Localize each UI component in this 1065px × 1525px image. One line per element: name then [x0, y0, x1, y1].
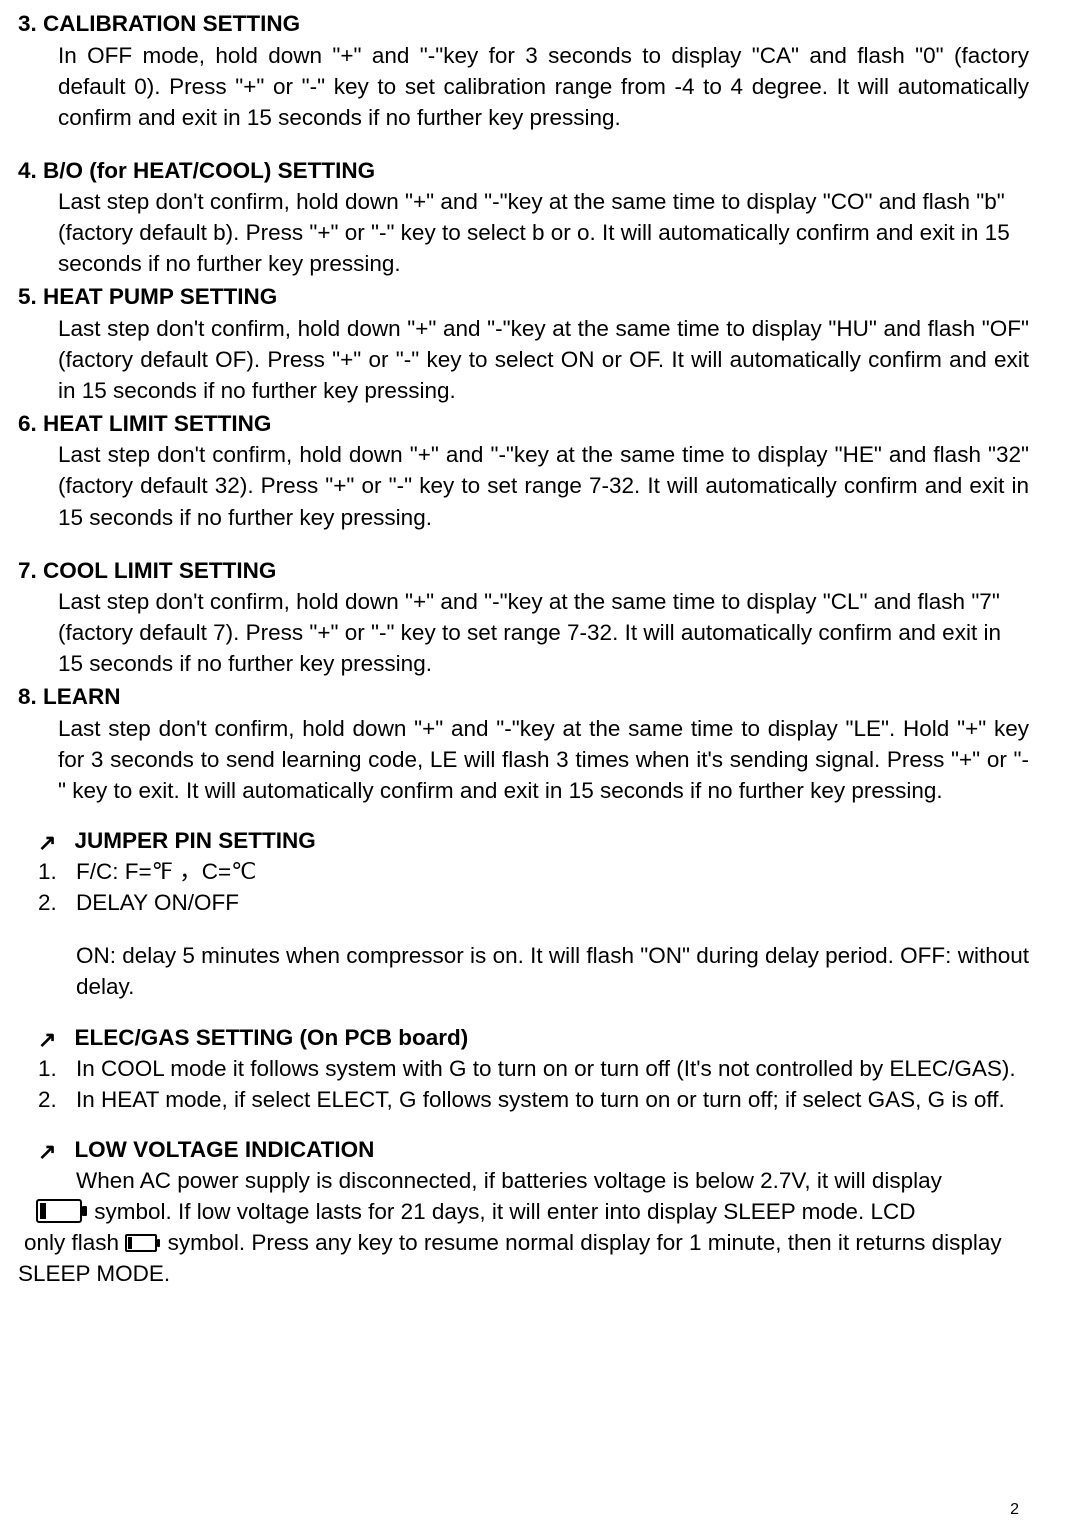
heading-lowvolt: LOW VOLTAGE INDICATION	[74, 1137, 374, 1163]
item-text: In COOL mode it follows system with G to…	[76, 1053, 1029, 1084]
lowvolt-line: symbol. If low voltage lasts for 21 days…	[18, 1196, 1029, 1227]
list-item: 2. DELAY ON/OFF	[38, 887, 1029, 918]
lowvolt-text: only flash	[24, 1230, 125, 1255]
item-number: 1.	[38, 1053, 76, 1084]
section-elecgas: ↗ ELEC/GAS SETTING (On PCB board) 1. In …	[18, 1025, 1029, 1115]
page-number: 2	[1010, 1501, 1019, 1519]
item-text: DELAY ON/OFF	[76, 887, 1029, 918]
section-bo: 4. B/O (for HEAT/COOL) SETTING Last step…	[18, 155, 1029, 280]
list-item: 2. In HEAT mode, if select ELECT, G foll…	[38, 1084, 1029, 1115]
heading-row-elecgas: ↗ ELEC/GAS SETTING (On PCB board)	[38, 1025, 1029, 1051]
section-heatlimit: 6. HEAT LIMIT SETTING Last step don't co…	[18, 408, 1029, 533]
section-heatpump: 5. HEAT PUMP SETTING Last step don't con…	[18, 281, 1029, 406]
arrow-icon: ↗	[38, 832, 56, 854]
heading-jumper: JUMPER PIN SETTING	[74, 828, 315, 854]
body-learn: Last step don't confirm, hold down "+" a…	[58, 713, 1029, 806]
heading-coollimit: 7. COOL LIMIT SETTING	[18, 555, 1029, 587]
heading-elecgas: ELEC/GAS SETTING (On PCB board)	[74, 1025, 468, 1051]
lowvolt-line: When AC power supply is disconnected, if…	[76, 1165, 1029, 1196]
elecgas-list: 1. In COOL mode it follows system with G…	[38, 1053, 1029, 1115]
heading-bo: 4. B/O (for HEAT/COOL) SETTING	[18, 155, 1029, 187]
body-coollimit: Last step don't confirm, hold down "+" a…	[58, 586, 1029, 679]
heading-row-lowvolt: ↗ LOW VOLTAGE INDICATION	[38, 1137, 1029, 1163]
jumper-subtext: ON: delay 5 minutes when compressor is o…	[76, 940, 1029, 1002]
lowvolt-line: SLEEP MODE.	[18, 1258, 1029, 1289]
body-heatlimit: Last step don't confirm, hold down "+" a…	[58, 439, 1029, 532]
arrow-icon: ↗	[38, 1141, 56, 1163]
item-text: In HEAT mode, if select ELECT, G follows…	[76, 1084, 1029, 1115]
jumper-list: 1. F/C: F=℉ ，C=℃ 2. DELAY ON/OFF	[38, 856, 1029, 918]
lowvolt-text: symbol. Press any key to resume normal d…	[161, 1230, 1001, 1255]
section-coollimit: 7. COOL LIMIT SETTING Last step don't co…	[18, 555, 1029, 680]
heading-learn: 8. LEARN	[18, 681, 1029, 713]
lowvolt-line: only flash symbol. Press any key to resu…	[24, 1227, 1029, 1258]
heading-heatpump: 5. HEAT PUMP SETTING	[18, 281, 1029, 313]
arrow-icon: ↗	[38, 1029, 56, 1051]
heading-calibration: 3. CALIBRATION SETTING	[18, 8, 1029, 40]
heading-row-jumper: ↗ JUMPER PIN SETTING	[38, 828, 1029, 854]
item-text: F/C: F=℉ ，C=℃	[76, 856, 1029, 887]
heading-heatlimit: 6. HEAT LIMIT SETTING	[18, 408, 1029, 440]
item-number: 2.	[38, 1084, 76, 1115]
lowvolt-text: symbol. If low voltage lasts for 21 days…	[88, 1199, 915, 1224]
body-bo: Last step don't confirm, hold down "+" a…	[58, 186, 1029, 279]
section-learn: 8. LEARN Last step don't confirm, hold d…	[18, 681, 1029, 806]
page: 3. CALIBRATION SETTING In OFF mode, hold…	[0, 0, 1065, 1525]
section-calibration: 3. CALIBRATION SETTING In OFF mode, hold…	[18, 8, 1029, 133]
list-item: 1. In COOL mode it follows system with G…	[38, 1053, 1029, 1084]
lowvolt-body: When AC power supply is disconnected, if…	[18, 1165, 1029, 1289]
section-lowvolt: ↗ LOW VOLTAGE INDICATION When AC power s…	[18, 1137, 1029, 1289]
list-item: 1. F/C: F=℉ ，C=℃	[38, 856, 1029, 887]
battery-icon	[36, 1199, 82, 1223]
item-number: 1.	[38, 856, 76, 887]
item-number: 2.	[38, 887, 76, 918]
body-calibration: In OFF mode, hold down "+" and "-"key fo…	[58, 40, 1029, 133]
section-jumper: ↗ JUMPER PIN SETTING 1. F/C: F=℉ ，C=℃ 2.…	[18, 828, 1029, 1003]
battery-small-icon	[125, 1234, 157, 1252]
body-heatpump: Last step don't confirm, hold down "+" a…	[58, 313, 1029, 406]
